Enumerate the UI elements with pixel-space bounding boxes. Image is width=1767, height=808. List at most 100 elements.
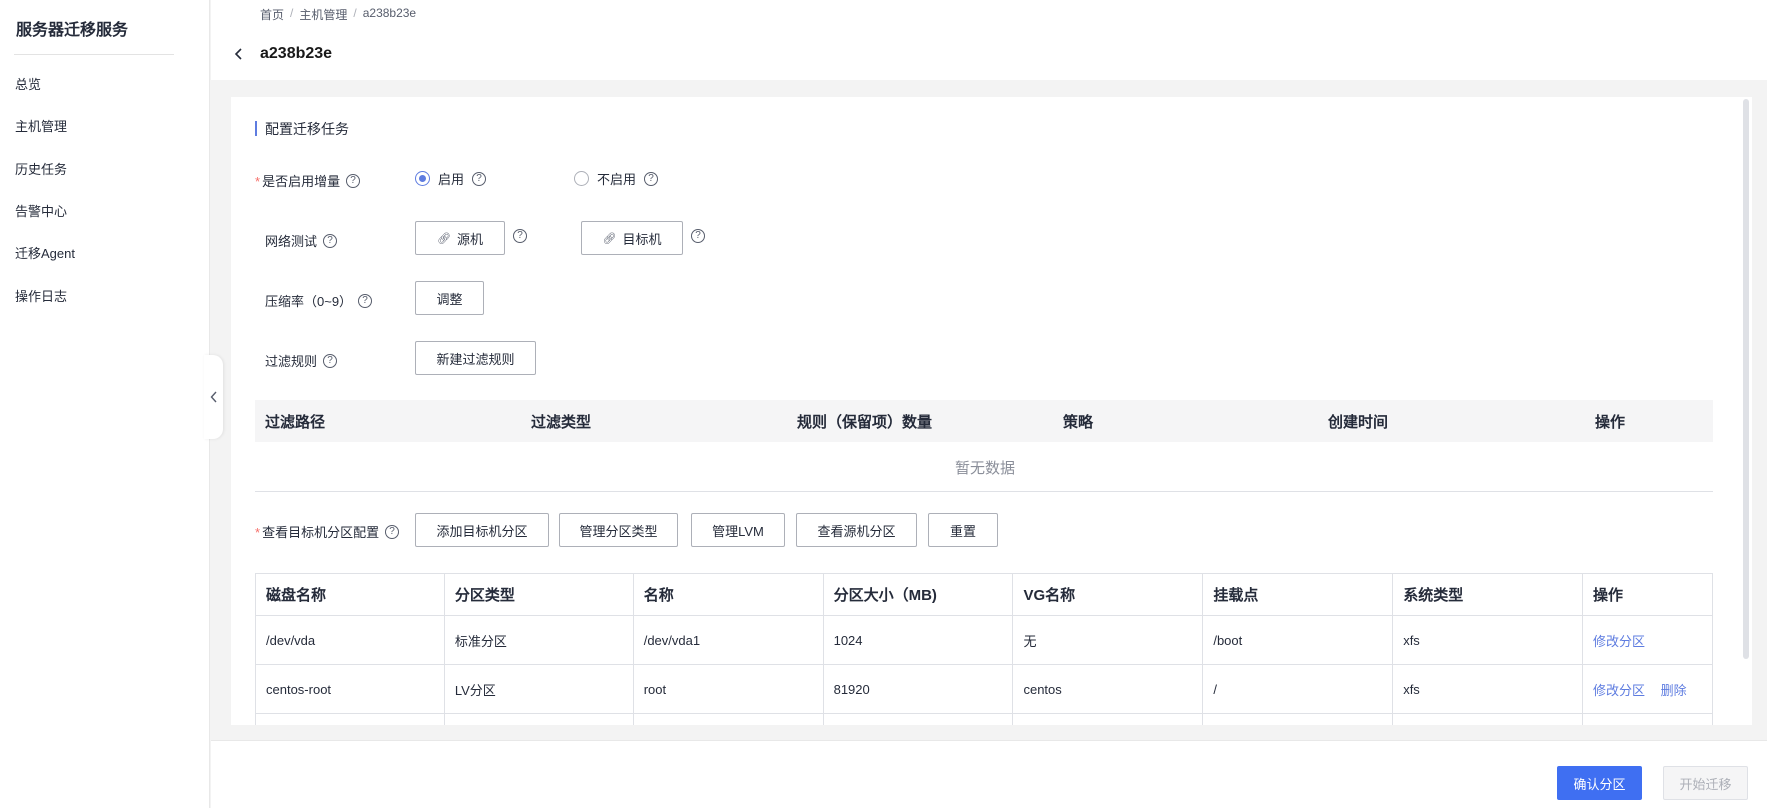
radio-enable[interactable]: 启用 ? xyxy=(415,169,487,188)
app-title: 服务器迁移服务 xyxy=(16,22,129,39)
sidebar-collapse-button[interactable] xyxy=(204,355,223,439)
sidebar-item-migration-agent[interactable]: 迁移Agent xyxy=(15,243,75,262)
incremental-label-text: 是否启用增量 xyxy=(262,174,341,189)
help-icon[interactable]: ? xyxy=(513,229,527,243)
filter-rule-label-text: 过滤规则 xyxy=(265,354,318,369)
col-mount-point: 挂载点 xyxy=(1202,573,1394,616)
required-mark: * xyxy=(255,525,261,540)
partition-table: 磁盘名称 分区类型 名称 分区大小（MB) VG名称 挂载点 系统类型 操作 /… xyxy=(255,573,1713,725)
sidebar-item-host-management[interactable]: 主机管理 xyxy=(15,116,67,135)
radio-unchecked-icon xyxy=(574,171,589,186)
help-icon[interactable]: ? xyxy=(644,171,659,186)
network-test-label-text: 网络测试 xyxy=(265,234,318,249)
table-row: /dev/vda 标准分区 /dev/vda1 1024 无 /boot xfs… xyxy=(255,615,1713,665)
partition-config-label: * 查看目标机分区配置 ? xyxy=(255,522,400,541)
table-row: centos-root LV分区 root 81920 centos / xfs… xyxy=(255,664,1713,714)
start-migration-button[interactable]: 开始迁移 xyxy=(1663,766,1748,800)
help-icon[interactable]: ? xyxy=(323,353,338,368)
network-test-source-button[interactable]: 🔗︎ 源机 xyxy=(415,221,505,255)
chevron-left-icon xyxy=(210,391,217,403)
filter-col-type: 过滤类型 xyxy=(531,413,592,431)
filter-table-header: 过滤路径 过滤类型 规则（保留项）数量 策略 创建时间 操作 xyxy=(255,400,1713,442)
cell-size: 1024 xyxy=(822,615,1014,665)
vertical-scrollbar[interactable] xyxy=(1743,99,1749,659)
col-disk-name: 磁盘名称 xyxy=(255,573,445,616)
cell-actions: 修改分区 xyxy=(1582,615,1713,665)
network-test-target-button[interactable]: 🔗︎ 目标机 xyxy=(581,221,683,255)
back-arrow-icon xyxy=(234,48,242,60)
cell-type: 标准分区 xyxy=(443,615,634,665)
manage-partition-type-button[interactable]: 管理分区类型 xyxy=(559,513,678,547)
cell-disk: centos-root xyxy=(255,664,445,714)
filter-rule-label: 过滤规则 ? xyxy=(265,351,338,370)
cell-name: root xyxy=(632,664,824,714)
add-target-partition-button[interactable]: 添加目标机分区 xyxy=(415,513,549,547)
help-icon[interactable]: ? xyxy=(358,293,373,308)
filter-table-empty: 暂无数据 xyxy=(955,460,1016,477)
footer-bar: 确认分区 开始迁移 xyxy=(211,740,1767,808)
cell-name: /dev/vda1 xyxy=(632,615,824,665)
sidebar-item-operation-log[interactable]: 操作日志 xyxy=(15,286,67,305)
cell-vg: 无 xyxy=(1012,615,1204,665)
radio-enable-label: 启用 xyxy=(438,172,465,187)
partition-config-label-text: 查看目标机分区配置 xyxy=(262,525,380,540)
sidebar-divider xyxy=(14,54,174,55)
col-name: 名称 xyxy=(632,573,824,616)
help-icon[interactable]: ? xyxy=(385,524,400,539)
help-icon[interactable]: ? xyxy=(472,171,487,186)
reset-button[interactable]: 重置 xyxy=(928,513,998,547)
breadcrumb-current: a238b23e xyxy=(362,6,417,20)
compression-label: 压缩率（0~9） ? xyxy=(265,291,373,310)
radio-disable-label: 不启用 xyxy=(597,172,637,187)
confirm-partition-button[interactable]: 确认分区 xyxy=(1557,766,1642,800)
page-header: 首页 / 主机管理 / a238b23e a238b23e xyxy=(211,0,1767,80)
target-button-label: 目标机 xyxy=(622,231,662,247)
col-partition-size: 分区大小（MB) xyxy=(822,573,1014,616)
view-source-partition-button[interactable]: 查看源机分区 xyxy=(796,513,917,547)
filter-col-actions: 操作 xyxy=(1595,413,1626,431)
breadcrumb-host-management[interactable]: 主机管理 xyxy=(299,6,347,23)
sidebar: 服务器迁移服务 总览 主机管理 历史任务 告警中心 迁移Agent 操作日志 xyxy=(0,0,210,808)
new-filter-rule-button[interactable]: 新建过滤规则 xyxy=(415,341,536,375)
filter-col-policy: 策略 xyxy=(1063,413,1094,431)
cell-fs: xfs xyxy=(1392,664,1584,714)
sidebar-item-alert-center[interactable]: 告警中心 xyxy=(15,201,67,220)
section-title: 配置迁移任务 xyxy=(255,119,349,139)
modify-partition-link[interactable]: 修改分区 xyxy=(1593,634,1645,649)
page-title: a238b23e xyxy=(260,45,333,62)
link-icon: 🔗︎ xyxy=(437,232,451,245)
compression-adjust-button[interactable]: 调整 xyxy=(415,281,484,315)
cell-size: 81920 xyxy=(822,664,1014,714)
breadcrumb-home[interactable]: 首页 xyxy=(260,6,284,23)
network-test-label: 网络测试 ? xyxy=(265,231,338,250)
back-button[interactable] xyxy=(231,46,247,62)
col-fs-type: 系统类型 xyxy=(1392,573,1584,616)
manage-lvm-button[interactable]: 管理LVM xyxy=(691,513,785,547)
radio-checked-icon xyxy=(415,171,430,186)
delete-partition-link[interactable]: 删除 xyxy=(1661,683,1687,698)
help-icon[interactable]: ? xyxy=(346,173,361,188)
help-icon[interactable]: ? xyxy=(323,233,338,248)
breadcrumb-separator: / xyxy=(290,6,294,20)
cell-disk: /dev/vda xyxy=(255,615,445,665)
col-partition-type: 分区类型 xyxy=(443,573,634,616)
cell-mount: / xyxy=(1202,664,1394,714)
cell-fs: xfs xyxy=(1392,615,1584,665)
cell-vg: centos xyxy=(1012,664,1204,714)
sidebar-item-overview[interactable]: 总览 xyxy=(15,74,41,93)
cell-actions: 修改分区 删除 xyxy=(1582,664,1713,714)
help-icon[interactable]: ? xyxy=(691,229,705,243)
col-vg-name: VG名称 xyxy=(1012,573,1204,616)
breadcrumb: 首页 / 主机管理 / a238b23e xyxy=(260,6,416,23)
filter-col-created-time: 创建时间 xyxy=(1328,413,1389,431)
radio-disable[interactable]: 不启用 ? xyxy=(574,169,659,188)
sidebar-item-history-tasks[interactable]: 历史任务 xyxy=(15,159,67,178)
table-row xyxy=(255,713,1713,725)
required-mark: * xyxy=(255,174,261,189)
incremental-label: * 是否启用增量 ? xyxy=(255,171,361,190)
source-button-label: 源机 xyxy=(456,231,483,247)
cell-type: LV分区 xyxy=(443,664,634,714)
cell-mount: /boot xyxy=(1202,615,1394,665)
modify-partition-link[interactable]: 修改分区 xyxy=(1593,683,1645,698)
link-icon: 🔗︎ xyxy=(602,232,617,245)
